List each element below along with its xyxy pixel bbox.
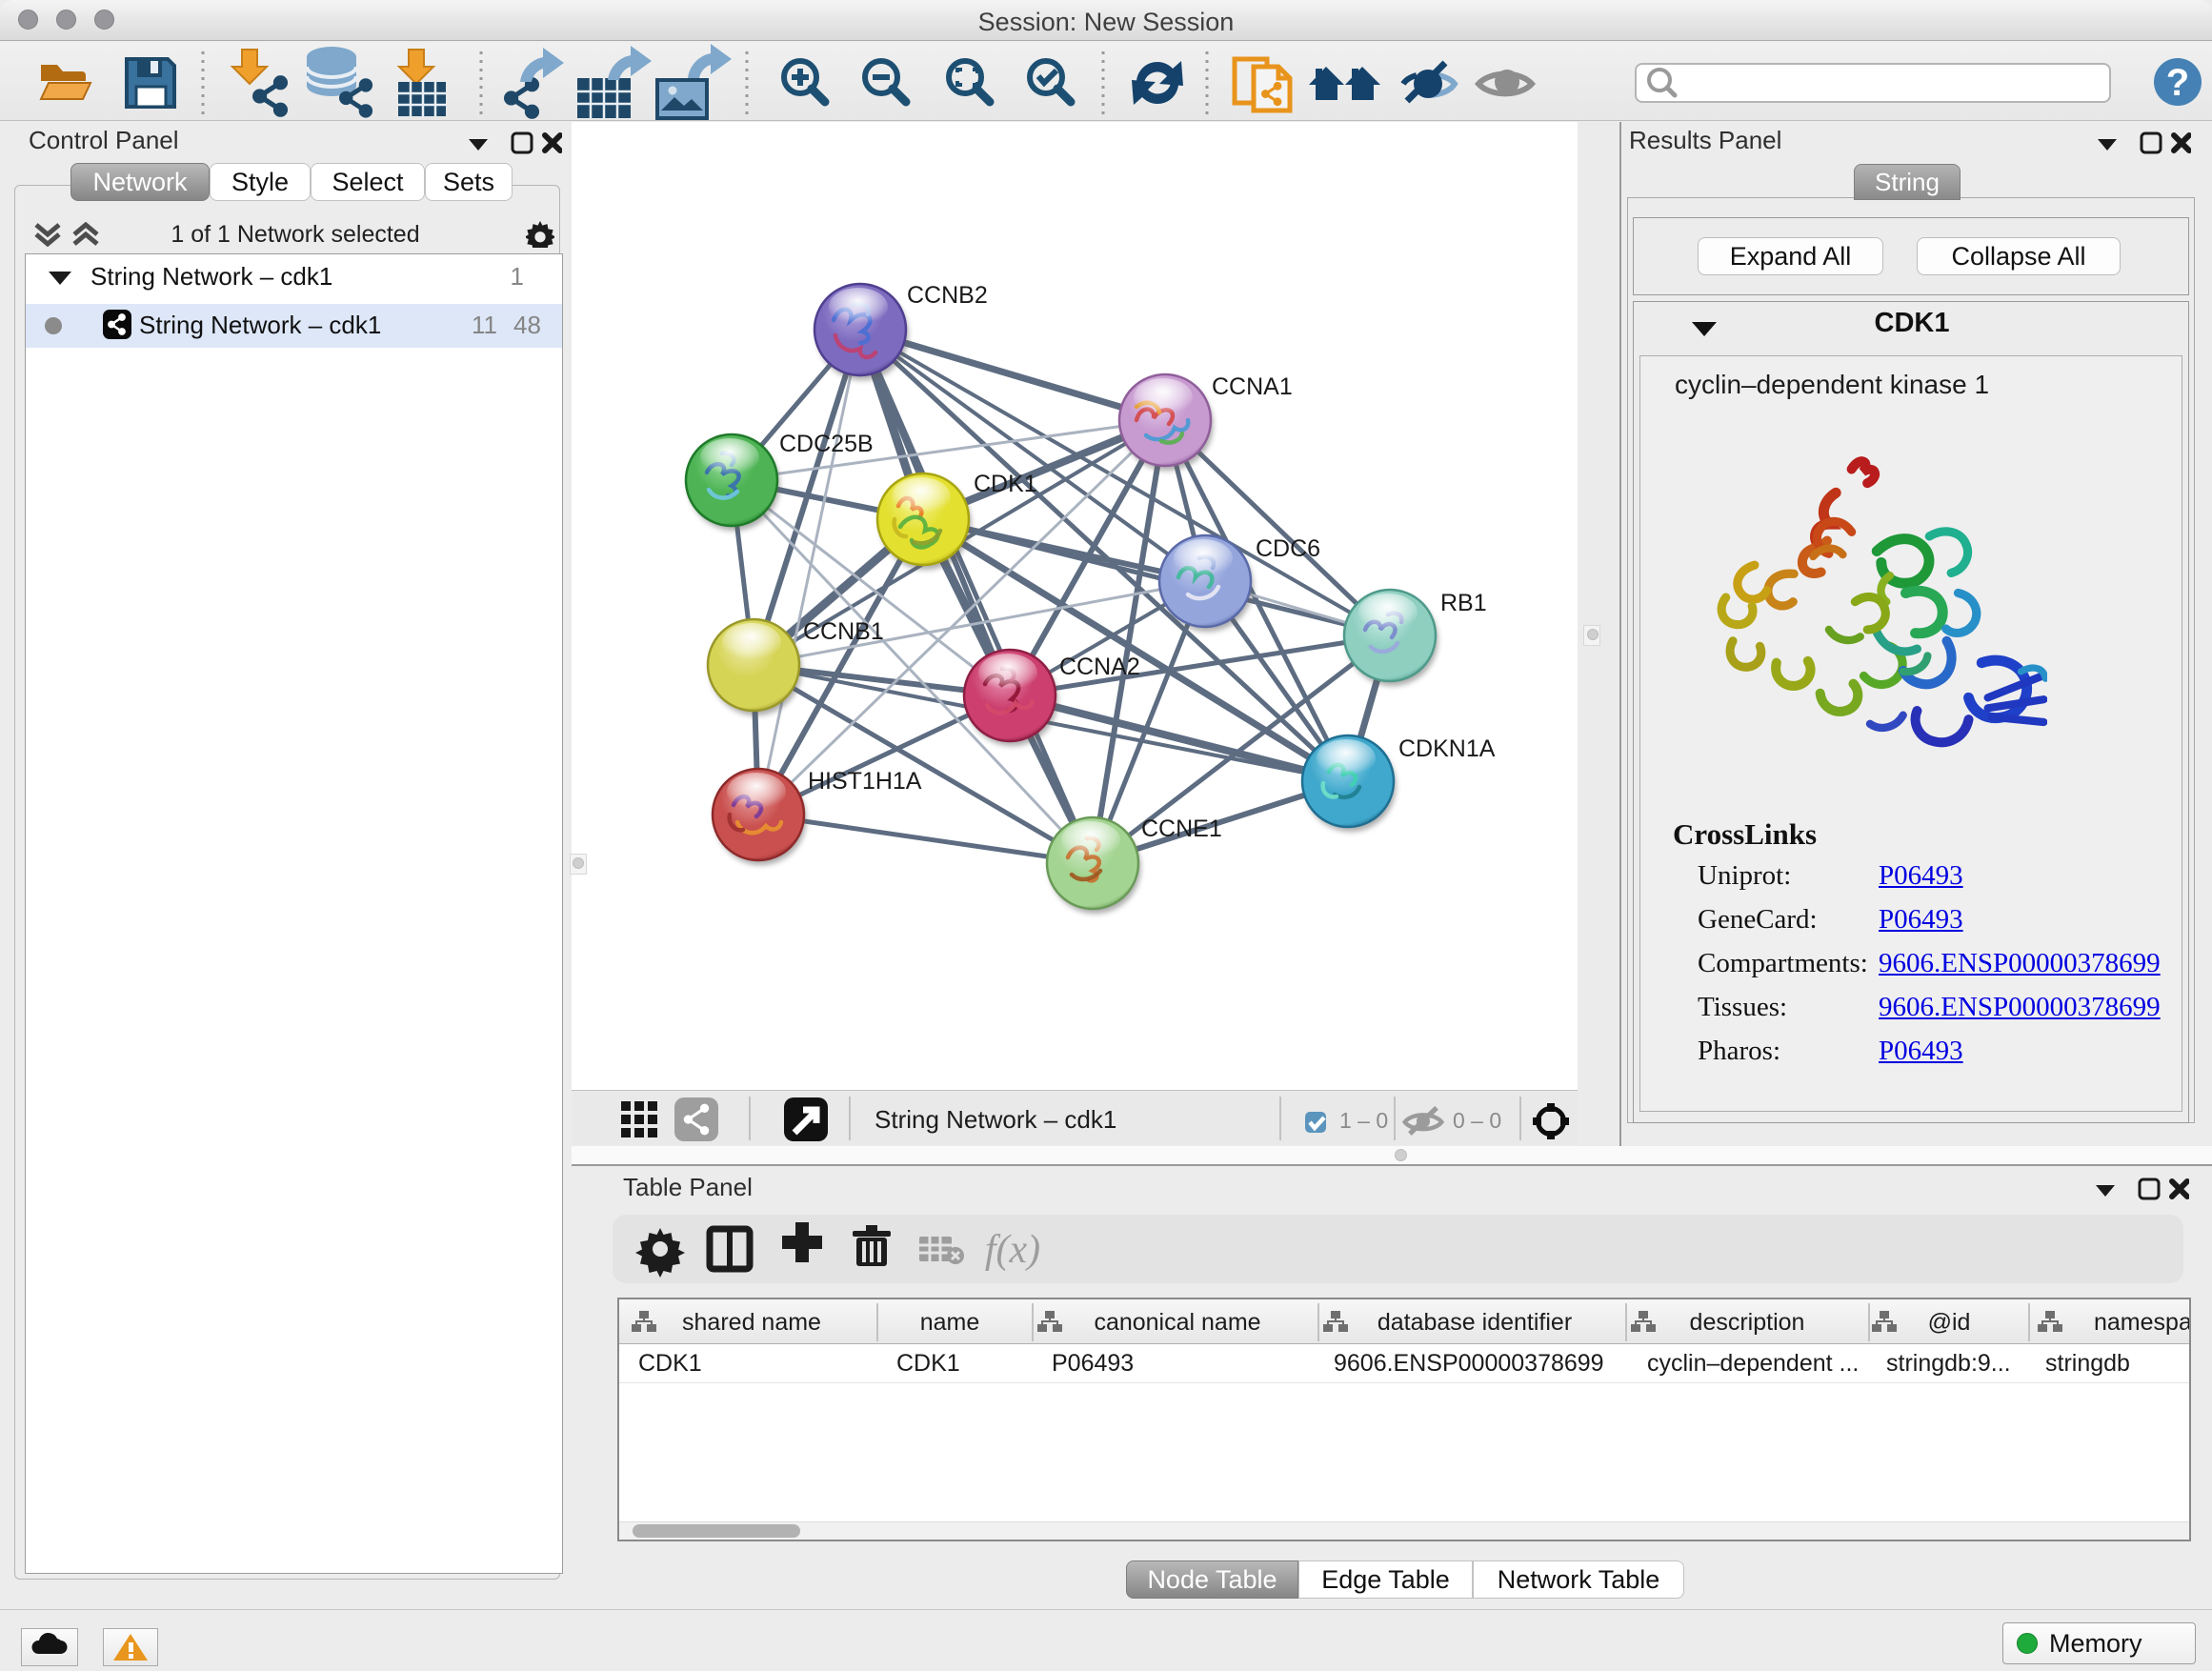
svg-text:CCNB2: CCNB2 — [907, 282, 988, 309]
svg-text:namespace: namespace — [2094, 1309, 2191, 1336]
svg-text:?: ? — [2166, 62, 2189, 104]
svg-text:f(x): f(x) — [985, 1228, 1040, 1272]
svg-text:CCNB1: CCNB1 — [803, 618, 884, 645]
svg-text:CCNE1: CCNE1 — [1141, 815, 1222, 842]
svg-text:CCNA2: CCNA2 — [1059, 654, 1140, 680]
svg-text:description: description — [1690, 1309, 1805, 1336]
svg-text:String Network – cdk1: String Network – cdk1 — [875, 1105, 1116, 1134]
svg-text:CDKN1A: CDKN1A — [1398, 735, 1496, 762]
svg-text:CDC6: CDC6 — [1256, 535, 1320, 562]
svg-text:1 – 0: 1 – 0 — [1339, 1108, 1388, 1133]
svg-text:CDC25B: CDC25B — [779, 431, 874, 457]
svg-text:CDK1: CDK1 — [974, 471, 1037, 497]
svg-text:0 – 0: 0 – 0 — [1453, 1108, 1501, 1133]
svg-text:@id: @id — [1928, 1309, 1971, 1336]
svg-text:RB1: RB1 — [1440, 590, 1487, 616]
svg-text:shared name: shared name — [682, 1309, 821, 1336]
svg-text:database identifier: database identifier — [1377, 1309, 1572, 1336]
svg-text:canonical name: canonical name — [1094, 1309, 1260, 1336]
svg-text:HIST1H1A: HIST1H1A — [808, 768, 922, 795]
svg-text:name: name — [920, 1309, 980, 1336]
svg-text:CCNA1: CCNA1 — [1212, 373, 1293, 400]
